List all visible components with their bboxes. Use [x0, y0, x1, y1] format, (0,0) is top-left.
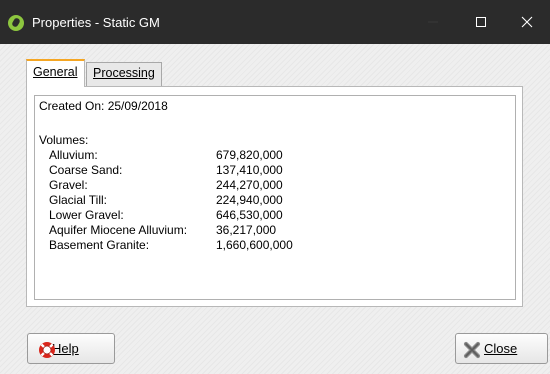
close-button-label: Close [484, 341, 518, 356]
tab-processing[interactable]: Processing [86, 62, 162, 86]
close-icon [521, 16, 533, 28]
help-button[interactable]: Help [27, 333, 115, 364]
minimize-button[interactable] [410, 0, 456, 44]
app-logo-icon [8, 15, 24, 31]
tab-processing-label: Processing [93, 66, 155, 80]
created-on-text: Created On: 25/09/2018 [39, 99, 168, 113]
volume-name: Aquifer Miocene Alluvium: [49, 223, 188, 237]
help-button-label: Help [52, 341, 79, 356]
volume-name: Gravel: [49, 178, 88, 192]
close-x-icon [463, 341, 481, 359]
maximize-icon [476, 17, 486, 27]
volume-name: Glacial Till: [49, 193, 108, 207]
volume-name: Lower Gravel: [49, 208, 124, 222]
volume-name: Coarse Sand: [49, 163, 123, 177]
volume-value: 224,940,000 [216, 193, 283, 207]
volume-value: 1,660,600,000 [216, 238, 293, 252]
volume-value: 137,410,000 [216, 163, 283, 177]
minimize-icon [428, 21, 438, 23]
volume-value: 244,270,000 [216, 178, 283, 192]
window-title: Properties - Static GM [32, 15, 160, 30]
window-close-button[interactable] [504, 0, 550, 44]
title-bar: Properties - Static GM [0, 0, 550, 44]
volume-value: 646,530,000 [216, 208, 283, 222]
lifebuoy-icon [39, 342, 55, 358]
properties-text-area: Created On: 25/09/2018 Volumes: Alluvium… [34, 95, 516, 300]
tab-general-label: General [33, 65, 78, 79]
volume-name: Basement Granite: [49, 238, 150, 252]
volume-value: 679,820,000 [216, 148, 283, 162]
volume-name: Alluvium: [49, 148, 98, 162]
close-button[interactable]: Close [455, 333, 548, 364]
maximize-button[interactable] [458, 0, 504, 44]
volume-value: 36,217,000 [216, 223, 277, 237]
volumes-heading: Volumes: [39, 133, 89, 147]
tab-general[interactable]: General [26, 59, 85, 87]
